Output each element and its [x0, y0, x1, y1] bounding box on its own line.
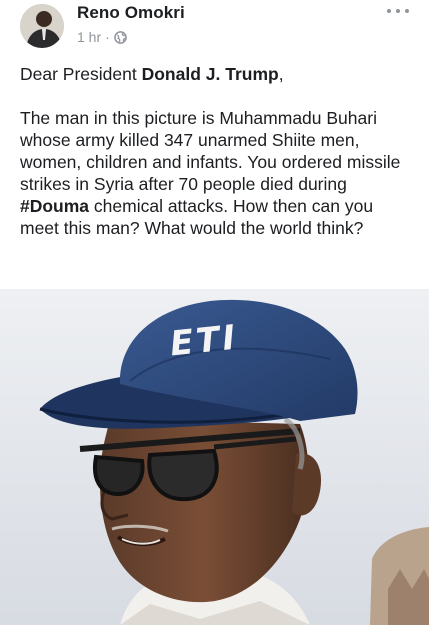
post-paragraph: The man in this picture is Muhammadu Buh…: [20, 107, 415, 239]
paragraph-text-1: The man in this picture is Muhammadu Buh…: [20, 108, 401, 194]
hashtag-link[interactable]: #Douma: [20, 196, 89, 216]
greeting-suffix: ,: [278, 64, 284, 84]
post-header: Reno Omokri 1 hr ·: [0, 0, 429, 58]
post-meta: 1 hr ·: [77, 29, 127, 45]
author-name[interactable]: Reno Omokri: [77, 3, 185, 23]
globe-icon: [113, 30, 127, 44]
post-photo[interactable]: ETI: [0, 289, 429, 625]
post-timestamp[interactable]: 1 hr: [77, 29, 101, 45]
post-greeting: Dear President Donald J. Trump,: [20, 63, 415, 85]
author-avatar[interactable]: [20, 4, 64, 48]
facebook-post: Reno Omokri 1 hr · Dear President Donald…: [0, 0, 429, 625]
greeting-prefix: Dear President: [20, 64, 142, 84]
cap-lettering: ETI: [168, 317, 240, 365]
post-text: Dear President Donald J. Trump, The man …: [20, 63, 415, 239]
more-options-icon[interactable]: [387, 4, 409, 18]
meta-separator: ·: [105, 29, 110, 45]
greeting-name: Donald J. Trump: [141, 64, 279, 84]
